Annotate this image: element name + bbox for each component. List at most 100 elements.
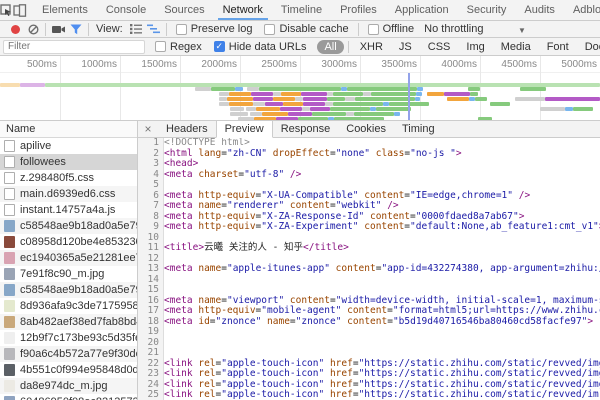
tick-label: 3000ms: [301, 59, 357, 70]
image-thumbnail-icon: [4, 268, 15, 280]
image-thumbnail-icon: [4, 364, 15, 376]
filter-pill-css[interactable]: CSS: [421, 40, 458, 54]
waterfall-bar: [333, 92, 363, 96]
record-icon[interactable]: [6, 22, 24, 37]
request-name: c58548ae9b18ad0a5e79fe4e...: [20, 220, 137, 232]
request-row[interactable]: main.d6939ed6.css: [0, 186, 137, 202]
line-number: 25: [138, 390, 159, 400]
waterfall-bar: [363, 92, 371, 96]
waterfall-bar: [251, 92, 273, 96]
filter-input[interactable]: [3, 40, 145, 54]
detail-tab-cookies[interactable]: Cookies: [338, 121, 394, 137]
divider: [358, 23, 359, 36]
filter-pill-media[interactable]: Media: [494, 40, 538, 54]
request-row[interactable]: instant.14757a4a.js: [0, 202, 137, 218]
line-number-gutter: 1234567891011121314151617181920212223242…: [138, 138, 164, 400]
close-icon[interactable]: ×: [138, 121, 158, 137]
chevron-down-icon[interactable]: ▼: [518, 26, 526, 35]
devtools-tabbar: ElementsConsoleSourcesNetworkTimelinePro…: [0, 0, 600, 21]
device-toolbar-icon[interactable]: [13, 0, 27, 20]
waterfall-bar: [470, 92, 478, 96]
filter-pill-xhr[interactable]: XHR: [353, 40, 390, 54]
request-row[interactable]: da8e974dc_m.jpg: [0, 378, 137, 394]
waterfall-bar: [253, 102, 265, 106]
inspect-element-icon[interactable]: [0, 0, 13, 20]
waterfall-bar: [545, 97, 600, 101]
load-event-line: [408, 73, 410, 120]
offline-checkbox[interactable]: Offline: [368, 23, 415, 35]
waterfall-bar: [211, 87, 235, 91]
line-number: 23: [138, 369, 159, 380]
request-row[interactable]: c58548ae9b18ad0a5e79fe4e...: [0, 282, 137, 298]
request-row[interactable]: z.298480f5.css: [0, 170, 137, 186]
request-row[interactable]: c08958d120be4e853230649...: [0, 234, 137, 250]
waterfall-view-icon[interactable]: [145, 22, 163, 37]
waterfall-bar: [247, 87, 259, 91]
tab-console[interactable]: Console: [97, 0, 155, 20]
waterfall-bar: [281, 92, 301, 96]
request-row[interactable]: 8d936afa9c3de7175958fae5...: [0, 298, 137, 314]
request-row[interactable]: 4b551c0f994e95848d0dda09...: [0, 362, 137, 378]
waterfall-bar: [303, 102, 325, 106]
waterfall-bar: [276, 117, 298, 121]
request-row[interactable]: ec1940365a5e21281ee71856...: [0, 250, 137, 266]
tab-network[interactable]: Network: [214, 0, 272, 20]
filter-pill-js[interactable]: JS: [392, 40, 419, 54]
name-column-header[interactable]: Name: [0, 121, 137, 138]
checkbox-box[interactable]: [176, 24, 187, 35]
detail-tab-response[interactable]: Response: [273, 121, 339, 137]
tab-sources[interactable]: Sources: [155, 0, 213, 20]
resource-type-filters: AllXHRJSCSSImgMediaFontDocWSManifestOthe…: [316, 40, 600, 54]
checkbox-box[interactable]: ✓: [214, 41, 225, 52]
capture-screenshots-icon[interactable]: [49, 22, 67, 37]
request-row[interactable]: f90a6c4b572a77e9f30de153...: [0, 346, 137, 362]
code-line: [164, 275, 600, 286]
filter-pill-doc[interactable]: Doc: [578, 40, 600, 54]
gridline: [120, 56, 121, 120]
tab-adblock-plus[interactable]: Adblock Plus: [564, 0, 600, 20]
tab-security[interactable]: Security: [458, 0, 516, 20]
filter-pill-img[interactable]: Img: [459, 40, 491, 54]
divider: [88, 23, 89, 36]
clear-icon[interactable]: [24, 22, 42, 37]
gridline: [60, 56, 61, 120]
detail-tab-timing[interactable]: Timing: [394, 121, 443, 137]
network-overview[interactable]: 500ms1000ms1500ms2000ms2500ms3000ms3500m…: [0, 56, 600, 121]
request-name: 4b551c0f994e95848d0dda09...: [20, 364, 137, 376]
filter-pill-all[interactable]: All: [317, 40, 343, 54]
line-number: 1: [138, 138, 159, 149]
request-row[interactable]: 12b9f7c173be93c5d35fea2d...: [0, 330, 137, 346]
waterfall-bar: [427, 92, 444, 96]
list-view-icon[interactable]: [127, 22, 145, 37]
disable-cache-checkbox[interactable]: Disable cache: [264, 23, 348, 35]
waterfall-bar: [219, 92, 229, 96]
request-row[interactable]: apilive: [0, 138, 137, 154]
tab-profiles[interactable]: Profiles: [331, 0, 386, 20]
request-row[interactable]: followees: [0, 154, 137, 170]
tab-audits[interactable]: Audits: [515, 0, 564, 20]
tab-application[interactable]: Application: [386, 0, 458, 20]
request-row[interactable]: 8ab482aef38ed7fab8bd4314...: [0, 314, 137, 330]
request-detail-panel: × HeadersPreviewResponseCookiesTiming 1 2…: [138, 121, 600, 400]
filter-icon[interactable]: [67, 22, 85, 37]
regex-checkbox[interactable]: Regex: [155, 41, 202, 53]
tick-label: 4500ms: [481, 59, 537, 70]
waterfall-bar: [250, 112, 262, 116]
throttling-select[interactable]: No throttling: [424, 23, 483, 35]
request-row[interactable]: c58548ae9b18ad0a5e79fe4e...: [0, 218, 137, 234]
request-row[interactable]: 60486950f08ec8213572f0e7...: [0, 394, 137, 400]
image-thumbnail-icon: [4, 316, 15, 328]
request-row[interactable]: 7e91f8c90_m.jpg: [0, 266, 137, 282]
preserve-log-checkbox[interactable]: Preserve log: [176, 23, 253, 35]
tab-elements[interactable]: Elements: [33, 0, 97, 20]
checkbox-box[interactable]: [368, 24, 379, 35]
waterfall-bar: [273, 92, 281, 96]
filter-pill-font[interactable]: Font: [540, 40, 576, 54]
waterfall-bar: [259, 87, 341, 91]
detail-tab-headers[interactable]: Headers: [158, 121, 216, 137]
tab-timeline[interactable]: Timeline: [272, 0, 331, 20]
detail-tab-preview[interactable]: Preview: [216, 121, 273, 138]
checkbox-box[interactable]: [155, 41, 166, 52]
checkbox-box[interactable]: [264, 24, 275, 35]
hide-data-urls-checkbox[interactable]: ✓Hide data URLs: [214, 41, 307, 53]
